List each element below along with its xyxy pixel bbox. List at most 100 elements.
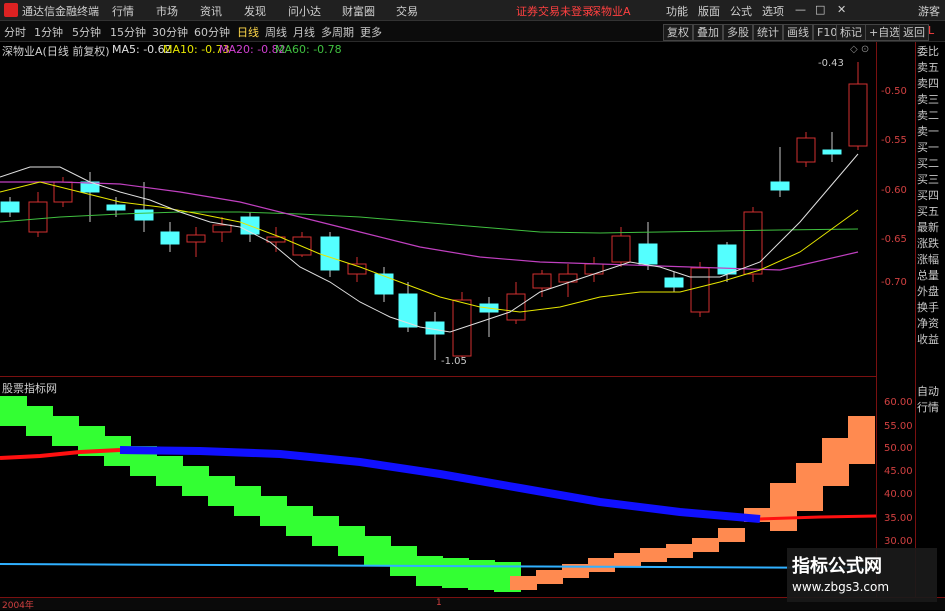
side-item[interactable]: 涨跌 bbox=[917, 236, 945, 252]
green-band-step bbox=[208, 476, 235, 506]
menu-layout[interactable]: 版面 bbox=[698, 3, 720, 19]
axis-divider bbox=[876, 42, 877, 598]
menu-options[interactable]: 选项 bbox=[762, 3, 784, 19]
side-item[interactable]: 买五 bbox=[917, 204, 945, 220]
side-item[interactable]: 涨幅 bbox=[917, 252, 945, 268]
side-item[interactable]: 卖四 bbox=[917, 76, 945, 92]
candle-body bbox=[770, 181, 790, 191]
side-lower-item[interactable]: 行情 bbox=[917, 400, 945, 416]
y-tick: 35.00 bbox=[884, 513, 913, 524]
green-band-step bbox=[0, 396, 27, 426]
period-more[interactable]: 更多 bbox=[360, 24, 382, 40]
y-tick: 50.00 bbox=[884, 443, 913, 454]
period-60min[interactable]: 60分钟 bbox=[194, 24, 230, 40]
menu-trade[interactable]: 交易 bbox=[396, 3, 418, 19]
period-multi[interactable]: 多周期 bbox=[321, 24, 354, 40]
period-5min[interactable]: 5分钟 bbox=[72, 24, 101, 40]
side-item[interactable]: 买三 bbox=[917, 172, 945, 188]
candle-body bbox=[611, 235, 631, 263]
candle-body bbox=[212, 224, 232, 233]
side-item[interactable]: 卖一 bbox=[917, 124, 945, 140]
side-item[interactable]: 净资 bbox=[917, 316, 945, 332]
user-label[interactable]: 游客 bbox=[918, 3, 940, 19]
side-item[interactable]: 外盘 bbox=[917, 284, 945, 300]
orange-band-step bbox=[614, 553, 641, 567]
back-button[interactable]: 返回 bbox=[899, 24, 929, 41]
side-item[interactable]: 买一 bbox=[917, 140, 945, 156]
indicator-svg bbox=[0, 396, 876, 592]
green-band-step bbox=[260, 496, 287, 526]
menu-market[interactable]: 市场 bbox=[156, 3, 178, 19]
candle-body bbox=[664, 277, 684, 288]
side-item[interactable]: 收益 bbox=[917, 332, 945, 348]
period-15min[interactable]: 15分钟 bbox=[110, 24, 146, 40]
l2-icon[interactable]: L bbox=[928, 24, 934, 37]
green-band-step bbox=[286, 506, 313, 536]
candle-body bbox=[848, 83, 868, 147]
chart-settings-icon[interactable]: ◇ ⊙ bbox=[850, 44, 869, 55]
period-weekly[interactable]: 周线 bbox=[265, 24, 287, 40]
menu-ask[interactable]: 问小达 bbox=[288, 3, 321, 19]
close-icon[interactable]: ✕ bbox=[837, 3, 846, 16]
orange-band-step bbox=[510, 576, 537, 590]
side-item[interactable]: 最新 bbox=[917, 220, 945, 236]
chart-title: 深物业A(日线 前复权) bbox=[2, 45, 110, 58]
period-monthly[interactable]: 月线 bbox=[293, 24, 315, 40]
menu-wealth[interactable]: 财富圈 bbox=[342, 3, 375, 19]
candle-body bbox=[186, 234, 206, 243]
menu-formula[interactable]: 公式 bbox=[730, 3, 752, 19]
candle-body bbox=[638, 243, 658, 265]
side-item[interactable]: 买二 bbox=[917, 156, 945, 172]
y-tick: 30.00 bbox=[884, 536, 913, 547]
side-item[interactable]: 卖五 bbox=[917, 60, 945, 76]
stats-button[interactable]: 统计 bbox=[753, 24, 783, 41]
restore-icon[interactable]: □ bbox=[815, 3, 825, 16]
stock-name: 深物业A bbox=[590, 5, 631, 18]
y-tick: -0.55 bbox=[881, 135, 907, 146]
period-30min[interactable]: 30分钟 bbox=[152, 24, 188, 40]
low-price-label: -1.05 bbox=[441, 356, 467, 367]
mark-button[interactable]: 标记 bbox=[836, 24, 866, 41]
high-price-label: -0.43 bbox=[818, 58, 844, 69]
multi-stock-button[interactable]: 多股 bbox=[723, 24, 753, 41]
indicator-title: 股票指标网 bbox=[2, 382, 57, 395]
app-name: 通达信金融终端 bbox=[22, 5, 99, 18]
menu-news[interactable]: 资讯 bbox=[200, 3, 222, 19]
minimize-icon[interactable]: — bbox=[795, 3, 806, 16]
side-item[interactable]: 卖三 bbox=[917, 92, 945, 108]
side-lower-item[interactable]: 自动 bbox=[917, 384, 945, 400]
period-daily[interactable]: 日线 bbox=[237, 24, 259, 40]
kline-chart-area[interactable]: 深物业A(日线 前复权) MA5: -0.62 MA10: -0.73 MA20… bbox=[0, 42, 876, 377]
orange-band-step bbox=[770, 483, 797, 531]
side-item[interactable]: 总量 bbox=[917, 268, 945, 284]
login-status[interactable]: 证券交易未登录 bbox=[516, 3, 593, 19]
candle-body bbox=[106, 204, 126, 211]
green-band-step bbox=[182, 466, 209, 496]
draw-button[interactable]: 画线 bbox=[783, 24, 813, 41]
app-logo-icon bbox=[4, 3, 18, 17]
side-item[interactable]: 委比 bbox=[917, 44, 945, 60]
side-lower-panel: 自动 行情 bbox=[917, 384, 945, 416]
green-band-step bbox=[156, 456, 183, 486]
menu-discover[interactable]: 发现 bbox=[244, 3, 266, 19]
orange-band-step bbox=[536, 570, 563, 584]
side-item[interactable]: 换手 bbox=[917, 300, 945, 316]
orange-band-step bbox=[666, 544, 693, 558]
orange-band-step bbox=[692, 538, 719, 552]
green-band-step bbox=[312, 516, 339, 546]
menu-quotes[interactable]: 行情 bbox=[112, 3, 134, 19]
overlay-button[interactable]: 叠加 bbox=[693, 24, 723, 41]
candle-body bbox=[796, 137, 816, 163]
candle-body bbox=[0, 201, 20, 213]
period-intraday[interactable]: 分时 bbox=[4, 24, 26, 40]
menu-function[interactable]: 功能 bbox=[666, 3, 688, 19]
candle-body bbox=[160, 231, 180, 245]
adjust-button[interactable]: 复权 bbox=[663, 24, 693, 41]
orange-band-step bbox=[588, 558, 615, 572]
indicator-chart-area[interactable]: 股票指标网 bbox=[0, 378, 876, 596]
ma5-line bbox=[0, 153, 859, 333]
period-1min[interactable]: 1分钟 bbox=[34, 24, 63, 40]
candle-body bbox=[320, 236, 340, 271]
side-item[interactable]: 卖二 bbox=[917, 108, 945, 124]
side-item[interactable]: 买四 bbox=[917, 188, 945, 204]
